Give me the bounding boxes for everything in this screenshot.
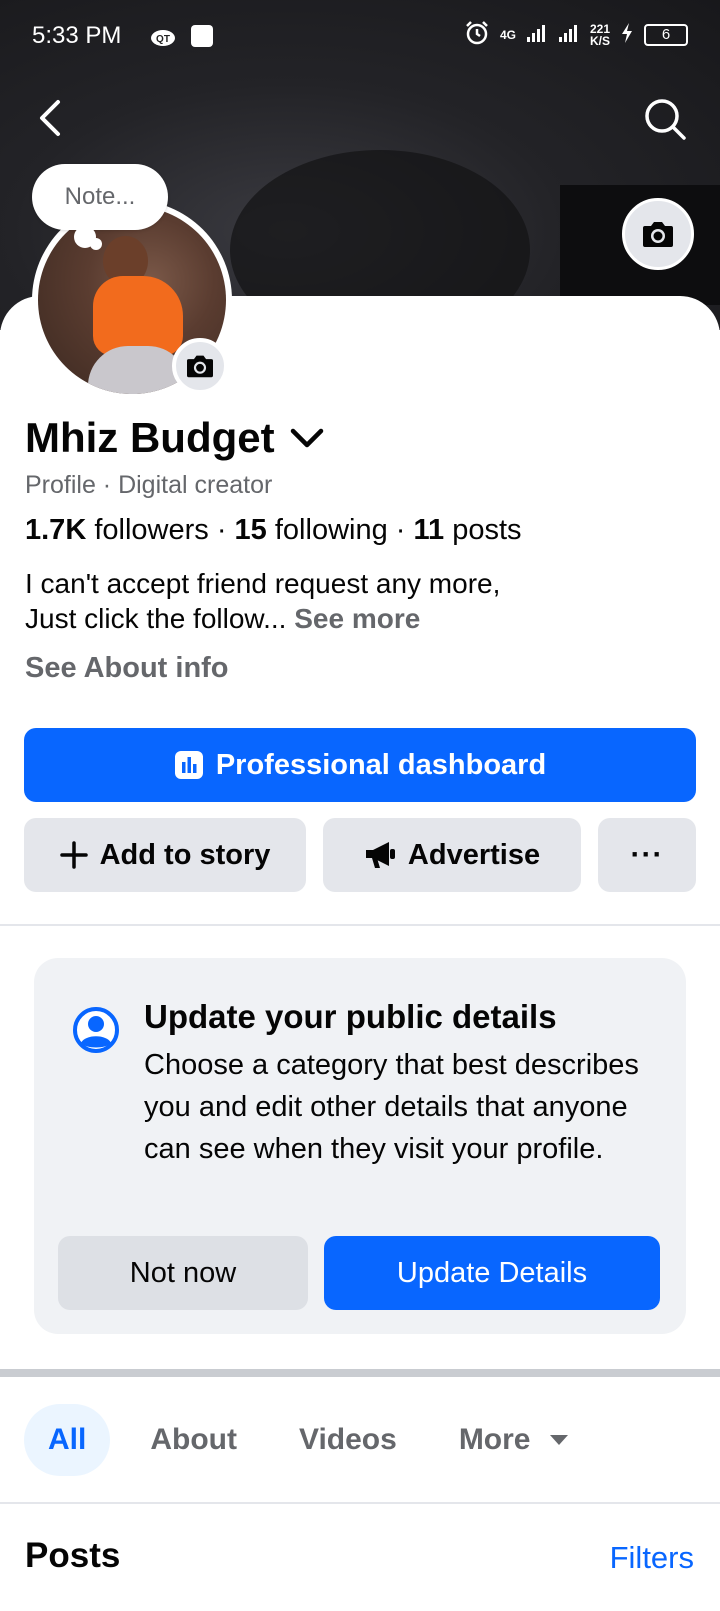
section-divider-thick	[0, 1369, 720, 1377]
alarm-icon	[464, 20, 490, 49]
update-public-details-card: Update your public details Choose a cate…	[34, 958, 686, 1334]
tab-videos[interactable]: Videos	[275, 1404, 421, 1476]
update-details-label: Update Details	[396, 1256, 588, 1289]
profile-stats[interactable]: 1.7K followers · 15 following · 11 posts	[25, 514, 522, 547]
followers-label: followers	[94, 514, 209, 546]
bio-line-2: Just click the follow...	[25, 603, 287, 634]
profile-name: Mhiz Budget	[25, 414, 275, 461]
chevron-down-icon[interactable]	[289, 426, 325, 450]
see-more-link[interactable]: See more	[294, 603, 420, 634]
profile-tabs: All About Videos More	[24, 1404, 593, 1476]
status-time: 5:33 PM	[32, 22, 122, 49]
followers-count: 1.7K	[25, 514, 87, 546]
tab-all-label: All	[48, 1423, 87, 1456]
speed-unit: K/S	[589, 33, 610, 48]
edit-cover-button[interactable]	[622, 198, 694, 270]
svg-text:QT: QT	[156, 34, 170, 45]
notification-icon: QT	[150, 26, 176, 54]
tabs-divider	[0, 1502, 720, 1504]
back-button[interactable]	[30, 96, 74, 140]
speed-value: 221	[589, 21, 610, 36]
not-now-label: Not now	[129, 1256, 237, 1289]
user-circle-icon	[73, 1007, 119, 1053]
app-notification-icon	[190, 24, 214, 55]
megaphone-icon	[365, 842, 395, 868]
search-button[interactable]	[642, 96, 688, 142]
following-label: following	[274, 514, 388, 546]
see-about-info-link[interactable]: See About info	[25, 652, 229, 685]
section-divider	[0, 924, 720, 926]
profile-name-row[interactable]: Mhiz Budget	[25, 414, 325, 462]
network-type-label: 4G	[499, 27, 516, 42]
add-to-story-button[interactable]: Add to story	[24, 818, 306, 892]
note-placeholder: Note...	[64, 183, 136, 210]
camera-icon	[643, 222, 673, 247]
tab-videos-label: Videos	[298, 1423, 397, 1456]
posts-label: posts	[452, 514, 522, 546]
caret-down-icon	[549, 1435, 568, 1445]
bio-line-1: I can't accept friend request any more,	[25, 568, 501, 599]
tab-about[interactable]: About	[126, 1404, 261, 1476]
note-bubble[interactable]: Note...	[32, 164, 168, 230]
professional-dashboard-button[interactable]: Professional dashboard	[24, 728, 696, 802]
tab-all[interactable]: All	[24, 1404, 111, 1476]
advertise-label: Advertise	[407, 838, 541, 871]
filters-link[interactable]: Filters	[610, 1540, 694, 1576]
plus-icon	[59, 841, 88, 869]
search-icon	[645, 99, 686, 140]
signal-icon-2	[558, 23, 580, 46]
tab-about-label: About	[150, 1423, 237, 1456]
professional-dashboard-label: Professional dashboard	[215, 748, 547, 781]
update-details-button[interactable]: Update Details	[324, 1236, 660, 1310]
camera-icon	[187, 355, 213, 378]
advertise-button[interactable]: Advertise	[323, 818, 581, 892]
status-bar: 5:33 PM QT 4G 221 K/S 6	[0, 0, 720, 72]
more-options-button[interactable]: ···	[598, 818, 696, 892]
profile-bio: I can't accept friend request any more, …	[25, 566, 695, 636]
profile-subtitle: Profile · Digital creator	[25, 471, 273, 499]
tab-more[interactable]: More	[435, 1404, 593, 1476]
tab-more-label: More	[458, 1423, 531, 1456]
charging-icon	[620, 22, 634, 47]
signal-icon	[526, 23, 548, 46]
following-count: 15	[234, 514, 267, 546]
battery-indicator: 6	[644, 23, 688, 46]
not-now-button[interactable]: Not now	[58, 1236, 308, 1310]
add-to-story-label: Add to story	[99, 838, 271, 871]
edit-profile-picture-button[interactable]	[172, 338, 228, 394]
posts-section-title: Posts	[25, 1536, 121, 1575]
more-dots-icon: ···	[630, 838, 664, 871]
update-card-title: Update your public details	[144, 998, 557, 1035]
chevron-left-icon	[40, 100, 60, 136]
dashboard-chart-icon	[174, 751, 203, 779]
update-card-body: Choose a category that best describes yo…	[144, 1049, 639, 1165]
posts-count: 11	[413, 514, 445, 546]
